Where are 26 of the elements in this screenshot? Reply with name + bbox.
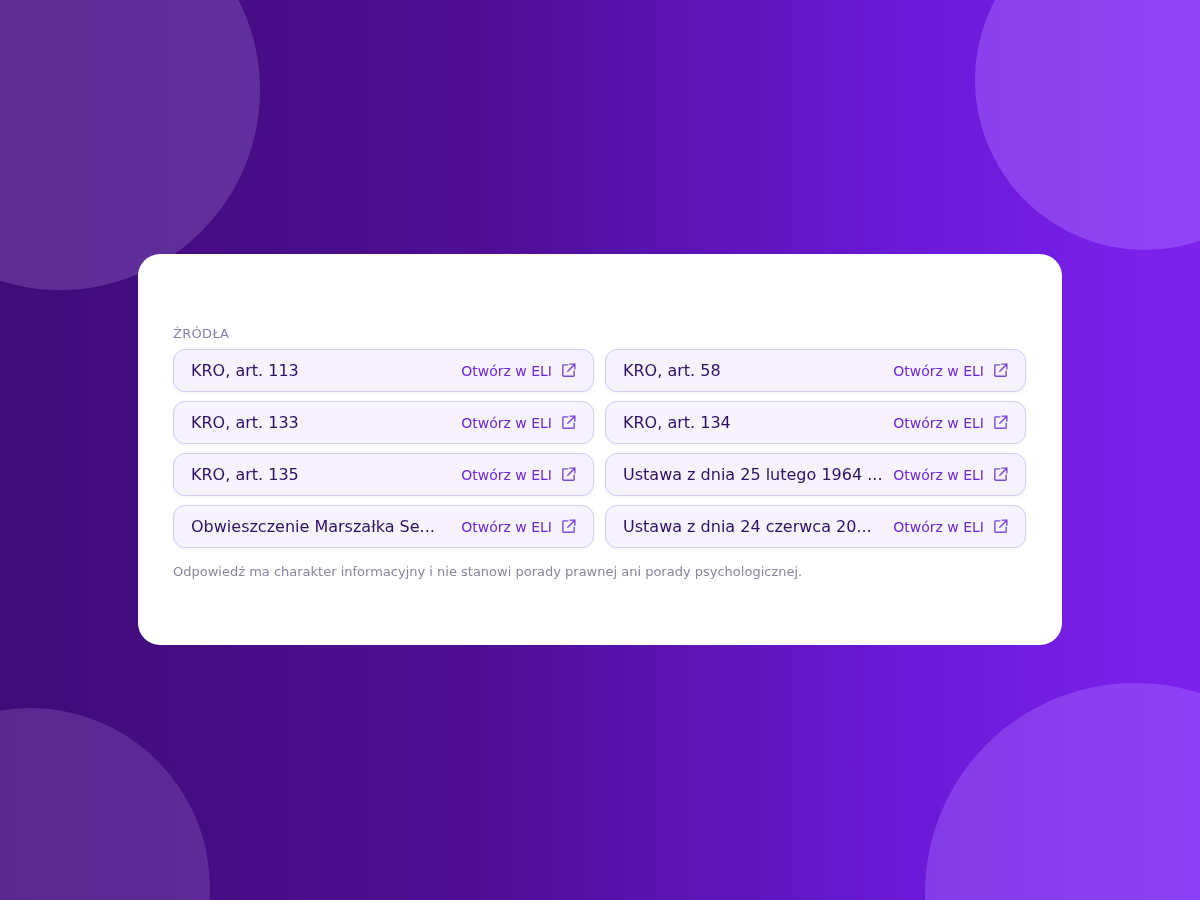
source-title: KRO, art. 133 [191, 413, 299, 432]
source-title: KRO, art. 134 [623, 413, 731, 432]
source-title: KRO, art. 135 [191, 465, 299, 484]
open-link[interactable]: Otwórz w ELI [893, 414, 1009, 431]
open-link[interactable]: Otwórz w ELI [893, 466, 1009, 483]
source-title: Obwieszczenie Marszałka Se... [191, 517, 435, 536]
open-link[interactable]: Otwórz w ELI [461, 362, 577, 379]
open-link[interactable]: Otwórz w ELI [893, 362, 1009, 379]
external-link-icon [992, 362, 1009, 379]
external-link-icon [560, 466, 577, 483]
source-title: KRO, art. 58 [623, 361, 721, 380]
disclaimer-text: Odpowiedź ma charakter informacyjny i nie stanowi porady prawnej ani porady psychologicznej. [173, 564, 804, 579]
open-link[interactable]: Otwórz w ELI [461, 414, 577, 431]
open-link[interactable]: Otwórz w ELI [461, 466, 577, 483]
source-title: Ustawa z dnia 24 czerwca 20... [623, 517, 872, 536]
external-link-icon [560, 518, 577, 535]
source-title: Ustawa z dnia 25 lutego 1964 ... [623, 465, 883, 484]
external-link-icon [992, 518, 1009, 535]
external-link-icon [560, 362, 577, 379]
open-link[interactable]: Otwórz w ELI [893, 518, 1009, 535]
open-link[interactable]: Otwórz w ELI [461, 518, 577, 535]
external-link-icon [992, 414, 1009, 431]
section-heading: ŹRÓDŁA [173, 326, 231, 341]
external-link-icon [560, 414, 577, 431]
source-title: KRO, art. 113 [191, 361, 299, 380]
external-link-icon [992, 466, 1009, 483]
